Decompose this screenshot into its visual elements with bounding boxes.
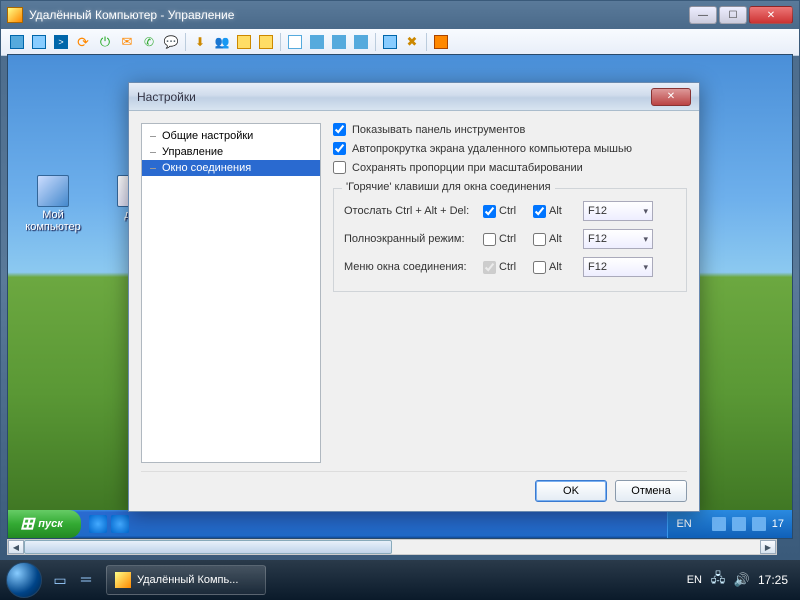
settings-tree[interactable]: Общие настройки Управление Окно соединен…	[141, 123, 321, 463]
tb-download-icon[interactable]: ⬇	[190, 32, 210, 52]
row-label: Полноэкранный режим:	[344, 233, 479, 245]
maximize-button[interactable]	[719, 6, 747, 24]
remote-taskbar: ⊞пуск EN 17	[8, 510, 792, 538]
ql-switch-icon[interactable]: ＝	[74, 568, 98, 592]
tb-view3-icon[interactable]	[329, 32, 349, 52]
chk-alt[interactable]: Alt	[533, 233, 579, 246]
host-lang[interactable]: EN	[687, 574, 702, 586]
minimize-button[interactable]	[689, 6, 717, 24]
chk-ctrl[interactable]: Ctrl	[483, 233, 529, 246]
tb-copy-icon[interactable]	[380, 32, 400, 52]
tree-item-control[interactable]: Управление	[142, 144, 320, 160]
tree-item-general[interactable]: Общие настройки	[142, 128, 320, 144]
hotkey-combo[interactable]: F12	[583, 257, 653, 277]
xp-tray-icon[interactable]	[732, 517, 746, 531]
tb-terminal-icon[interactable]: >	[51, 32, 71, 52]
tb-fullscreen-icon[interactable]	[7, 32, 27, 52]
xp-ql-media-icon[interactable]	[111, 515, 129, 533]
settings-dialog: Настройки ✕ Общие настройки Управление О…	[128, 82, 700, 512]
hotkey-combo[interactable]: F12	[583, 201, 653, 221]
tb-settings-icon[interactable]: ✖	[402, 32, 422, 52]
xp-tray: EN 17	[667, 510, 792, 538]
chk-ctrl[interactable]: Ctrl	[483, 205, 529, 218]
chk-alt[interactable]: Alt	[533, 261, 579, 274]
xp-start-button[interactable]: ⊞пуск	[8, 510, 81, 538]
desktop-icon-mycomputer[interactable]: Мой компьютер	[18, 175, 88, 233]
tb-message-icon[interactable]: 💬	[161, 32, 181, 52]
tb-lock-icon[interactable]	[234, 32, 254, 52]
chk-ctrl: Ctrl	[483, 261, 529, 274]
task-app-icon	[115, 572, 131, 588]
xp-tray-icon[interactable]	[752, 517, 766, 531]
dialog-titlebar[interactable]: Настройки ✕	[129, 83, 699, 111]
dialog-close-button[interactable]: ✕	[651, 88, 691, 106]
ql-show-desktop-icon[interactable]: ▭	[48, 568, 72, 592]
settings-panel: Показывать панель инструментов Автопрокр…	[333, 123, 687, 459]
close-button[interactable]	[749, 6, 793, 24]
hotkey-row: Меню окна соединения: Ctrl Alt F12	[344, 257, 676, 277]
scroll-right-button[interactable]: ▶	[760, 540, 776, 554]
xp-ql-ie-icon[interactable]	[89, 515, 107, 533]
tb-users-icon[interactable]: 👥	[212, 32, 232, 52]
window-title: Удалённый Компьютер - Управление	[29, 8, 689, 22]
xp-tray-icon[interactable]	[712, 517, 726, 531]
tb-info-icon[interactable]	[256, 32, 276, 52]
group-label: 'Горячие' клавиши для окна соединения	[342, 181, 555, 193]
scroll-thumb[interactable]	[24, 540, 392, 554]
tree-item-connection-window[interactable]: Окно соединения	[142, 160, 320, 176]
taskbar-app-button[interactable]: Удалённый Компь...	[106, 565, 266, 595]
tb-view2-icon[interactable]	[307, 32, 327, 52]
xp-clock: 17	[772, 518, 784, 530]
chk-autoscroll[interactable]	[333, 142, 346, 155]
chk-show-toolbar[interactable]	[333, 123, 346, 136]
tb-view4-icon[interactable]	[351, 32, 371, 52]
dialog-title: Настройки	[137, 90, 651, 104]
titlebar[interactable]: Удалённый Компьютер - Управление	[1, 1, 799, 29]
tb-power-icon[interactable]: ⏻	[95, 32, 115, 52]
scroll-left-button[interactable]: ◀	[8, 540, 24, 554]
tb-screen-icon[interactable]	[29, 32, 49, 52]
host-taskbar: ▭ ＝ Удалённый Компь... EN 🖧 🔊 17:25	[0, 560, 800, 600]
tb-call-icon[interactable]: ✆	[139, 32, 159, 52]
tray-volume-icon[interactable]: 🔊	[734, 572, 750, 588]
tb-refresh-icon[interactable]: ⟳	[73, 32, 93, 52]
row-label: Отослать Ctrl + Alt + Del:	[344, 205, 479, 217]
hotkey-row: Полноэкранный режим: Ctrl Alt F12	[344, 229, 676, 249]
hotkey-row: Отослать Ctrl + Alt + Del: Ctrl Alt F12	[344, 201, 676, 221]
start-orb[interactable]	[6, 562, 42, 598]
row-label: Меню окна соединения:	[344, 261, 479, 273]
tb-exit-icon[interactable]	[431, 32, 451, 52]
scrollbar-horizontal[interactable]: ◀ ▶	[7, 539, 777, 555]
toolbar: > ⟳ ⏻ ✉ ✆ 💬 ⬇ 👥 ✖	[1, 29, 799, 56]
tray-network-icon[interactable]: 🖧	[710, 572, 726, 588]
chk-aspect[interactable]	[333, 161, 346, 174]
tb-view1-icon[interactable]	[285, 32, 305, 52]
xp-lang[interactable]: EN	[676, 518, 691, 530]
tb-chat-icon[interactable]: ✉	[117, 32, 137, 52]
hotkey-combo[interactable]: F12	[583, 229, 653, 249]
host-clock: 17:25	[758, 573, 788, 587]
hotkeys-group: 'Горячие' клавиши для окна соединения От…	[333, 188, 687, 292]
cancel-button[interactable]: Отмена	[615, 480, 687, 502]
chk-alt[interactable]: Alt	[533, 205, 579, 218]
ok-button[interactable]: OK	[535, 480, 607, 502]
app-icon	[7, 7, 23, 23]
host-tray: EN 🖧 🔊 17:25	[687, 572, 794, 588]
